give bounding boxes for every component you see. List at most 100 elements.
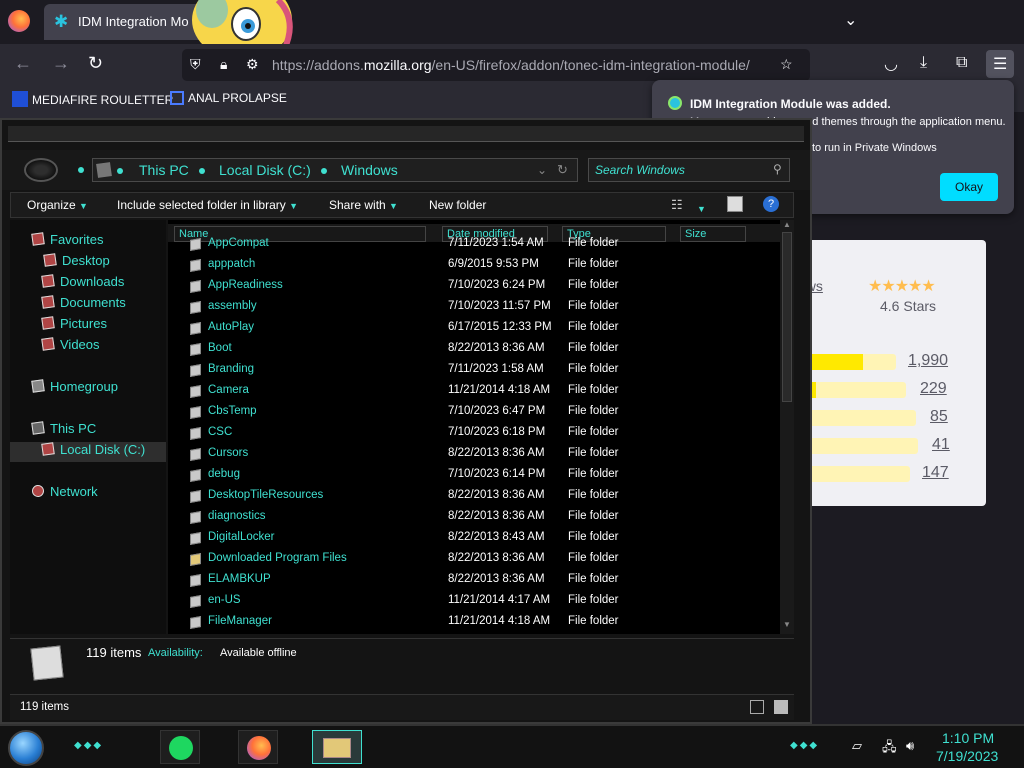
- scroll-down-icon[interactable]: ▼: [783, 620, 791, 629]
- rating-bar-4[interactable]: [808, 382, 906, 398]
- organize-button[interactable]: Organize ▼: [27, 198, 88, 212]
- help-icon[interactable]: ?: [763, 196, 779, 212]
- address-bar[interactable]: This PC Local Disk (C:) Windows ⌄ ↻: [92, 158, 578, 182]
- firefox-icon[interactable]: [8, 10, 30, 32]
- bookmark-second[interactable]: ANAL PROLAPSE: [170, 91, 287, 105]
- refresh-icon[interactable]: ↻: [557, 162, 568, 178]
- forward-dot-icon[interactable]: [78, 167, 84, 173]
- pocket-icon[interactable]: ◡: [884, 54, 898, 74]
- back-arrow-icon[interactable]: ←: [14, 53, 32, 74]
- new-folder-button[interactable]: New folder: [429, 198, 486, 212]
- include-in-library-button[interactable]: Include selected folder in library ▼: [117, 198, 298, 212]
- rating-count-5[interactable]: 1,990: [908, 352, 948, 370]
- chevron-down-icon[interactable]: ▼: [697, 199, 706, 217]
- table-row[interactable]: apppatch 6/9/2015 9:53 PM File folder: [168, 255, 780, 276]
- taskbar-notes-app[interactable]: [160, 730, 200, 764]
- table-row[interactable]: CSC 7/10/2023 6:18 PM File folder: [168, 423, 780, 444]
- permissions-icon[interactable]: ⚙: [246, 56, 259, 73]
- menu-button[interactable]: ☰: [986, 50, 1014, 78]
- table-row[interactable]: CbsTemp 7/10/2023 6:47 PM File folder: [168, 402, 780, 423]
- nav-network[interactable]: Network: [10, 484, 166, 504]
- extensions-icon[interactable]: ⧉: [956, 54, 967, 72]
- file-date-modified: 8/22/2013 8:36 AM: [448, 489, 545, 501]
- nav-documents[interactable]: Documents: [10, 295, 166, 315]
- nav-desktop[interactable]: Desktop: [10, 253, 166, 273]
- url-text[interactable]: https://addons.mozilla.org/en-US/firefox…: [272, 57, 750, 73]
- network-tray-icon[interactable]: 🖧︎: [882, 738, 897, 760]
- scroll-up-icon[interactable]: ▲: [783, 220, 791, 229]
- rating-card: 2ews ★★★★★ 4.6 Stars 1,990 229 85 41 147: [798, 240, 986, 506]
- view-options-icon[interactable]: ☷: [671, 197, 683, 213]
- rating-count-2[interactable]: 41: [932, 436, 950, 454]
- table-row[interactable]: en-US 11/21/2014 4:17 AM File folder: [168, 591, 780, 612]
- shield-icon[interactable]: ⛨: [190, 56, 201, 73]
- breadcrumb-this-pc[interactable]: This PC: [139, 162, 189, 178]
- table-row[interactable]: debug 7/10/2023 6:14 PM File folder: [168, 465, 780, 486]
- file-type: File folder: [568, 552, 619, 564]
- mediafire-icon: [12, 91, 28, 107]
- okay-button[interactable]: Okay: [940, 173, 998, 201]
- nav-pictures[interactable]: Pictures: [10, 316, 166, 336]
- table-row[interactable]: Boot 8/22/2013 8:36 AM File folder: [168, 339, 780, 360]
- volume-icon[interactable]: 🔊︎: [906, 738, 914, 754]
- action-center-icon[interactable]: ▱: [852, 738, 862, 754]
- table-row[interactable]: Camera 11/21/2014 4:18 AM File folder: [168, 381, 780, 402]
- chevron-down-icon[interactable]: ⌄: [844, 10, 857, 30]
- search-input[interactable]: Search Windows ⚲: [588, 158, 790, 182]
- table-row[interactable]: AppReadiness 7/10/2023 6:24 PM File folder: [168, 276, 780, 297]
- file-type: File folder: [568, 468, 619, 480]
- file-name: AppReadiness: [208, 279, 283, 291]
- table-row[interactable]: assembly 7/10/2023 11:57 PM File folder: [168, 297, 780, 318]
- share-with-button[interactable]: Share with ▼: [329, 198, 398, 212]
- table-row[interactable]: diagnostics 8/22/2013 8:36 AM File folder: [168, 507, 780, 528]
- url-bar[interactable]: ⛨ 🔒︎ ⚙ https://addons.mozilla.org/en-US/…: [182, 49, 810, 81]
- bookmark-mediafire[interactable]: MEDIAFIRE ROULETTER: [12, 91, 173, 107]
- details-view-icon[interactable]: [750, 700, 764, 714]
- search-icon[interactable]: ⚲: [773, 162, 782, 176]
- table-row[interactable]: DigitalLocker 8/22/2013 8:43 AM File folde…: [168, 528, 780, 549]
- rating-bar-3[interactable]: [808, 410, 916, 426]
- nav-this-pc[interactable]: This PC: [10, 421, 166, 441]
- table-row[interactable]: Cursors 8/22/2013 8:36 AM File folder: [168, 444, 780, 465]
- large-icons-view-icon[interactable]: [774, 700, 788, 714]
- table-row[interactable]: ELAMBKUP 8/22/2013 8:36 AM File folder: [168, 570, 780, 591]
- nav-downloads[interactable]: Downloads: [10, 274, 166, 294]
- rating-bar-2[interactable]: [808, 438, 918, 454]
- rating-bar-1[interactable]: [808, 466, 910, 482]
- table-row[interactable]: AppCompat 7/11/2023 1:54 AM File folder: [168, 234, 780, 255]
- nav-videos[interactable]: Videos: [10, 337, 166, 357]
- breadcrumb-local-disk[interactable]: Local Disk (C:): [219, 162, 311, 178]
- back-button[interactable]: [24, 158, 58, 182]
- nav-local-disk[interactable]: Local Disk (C:): [10, 442, 166, 462]
- rating-count-3[interactable]: 85: [930, 408, 948, 426]
- table-row[interactable]: Downloaded Program Files 8/22/2013 8:36 A…: [168, 549, 780, 570]
- nav-homegroup[interactable]: Homegroup: [10, 379, 166, 399]
- vertical-scrollbar[interactable]: ▲ ▼: [780, 220, 794, 634]
- preview-pane-icon[interactable]: [727, 196, 743, 212]
- file-name: ELAMBKUP: [208, 573, 271, 585]
- table-row[interactable]: DesktopTileResources 8/22/2013 8:36 AM Fil…: [168, 486, 780, 507]
- table-row[interactable]: Branding 7/11/2023 1:58 AM File folder: [168, 360, 780, 381]
- chevron-down-icon[interactable]: ⌄: [537, 163, 547, 177]
- file-date-modified: 11/21/2014 4:17 AM: [448, 594, 551, 606]
- folder-icon: [190, 490, 201, 503]
- rating-count-1[interactable]: 147: [922, 464, 949, 482]
- table-row[interactable]: FileManager 11/21/2014 4:18 AM File folder: [168, 612, 780, 633]
- nav-favorites[interactable]: Favorites: [10, 232, 166, 252]
- breadcrumb-windows[interactable]: Windows: [341, 162, 398, 178]
- downloads-icon[interactable]: ⤓: [920, 54, 927, 72]
- reload-icon[interactable]: ↻: [88, 53, 103, 74]
- rating-count-4[interactable]: 229: [920, 380, 947, 398]
- rating-bar-5[interactable]: [808, 354, 896, 370]
- forward-arrow-icon[interactable]: →: [52, 53, 70, 74]
- scrollbar-thumb[interactable]: [782, 232, 792, 402]
- table-row[interactable]: AutoPlay 6/17/2015 12:33 PM File folder: [168, 318, 780, 339]
- bookmark-star-icon[interactable]: ☆: [780, 56, 793, 73]
- clock-date[interactable]: 7/19/2023: [936, 748, 998, 764]
- file-name: AutoPlay: [208, 321, 255, 333]
- lock-icon[interactable]: 🔒︎: [220, 56, 227, 73]
- taskbar-firefox[interactable]: [238, 730, 278, 764]
- start-button[interactable]: [8, 730, 44, 766]
- taskbar-file-explorer[interactable]: [312, 730, 362, 764]
- clock-time[interactable]: 1:10 PM: [942, 730, 994, 746]
